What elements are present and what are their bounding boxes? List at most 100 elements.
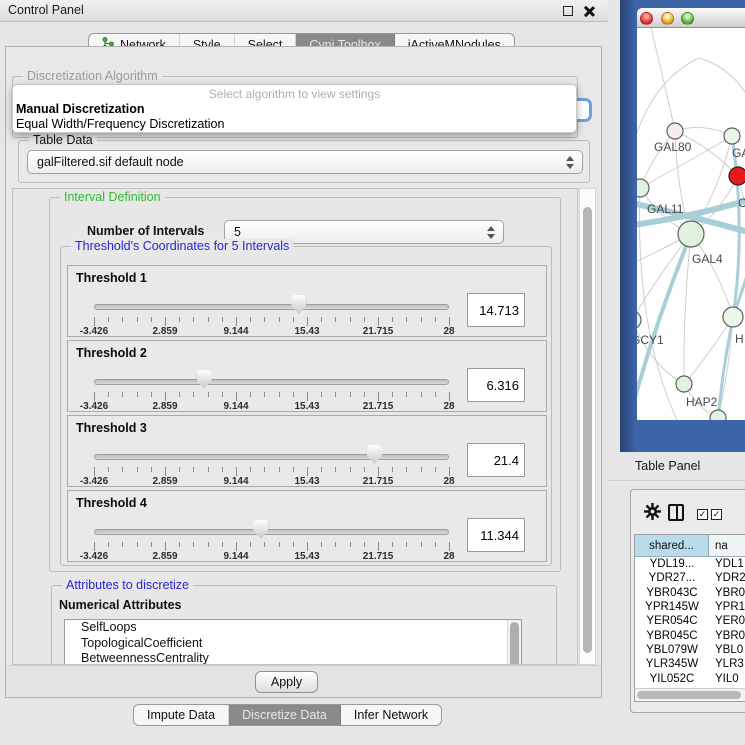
network-node[interactable] (667, 123, 683, 139)
attributes-group-title: Attributes to discretize (62, 578, 193, 592)
cell-shared-name: YDL19... (635, 558, 709, 570)
apply-button[interactable]: Apply (255, 671, 318, 693)
threshold-value-field[interactable] (467, 293, 525, 327)
threshold-label: Threshold 1 (76, 271, 147, 285)
close-icon[interactable] (583, 5, 595, 17)
table-horizontal-scrollbar[interactable] (635, 688, 745, 701)
panel-vertical-scrollbar[interactable] (579, 188, 596, 665)
tab-infer-network[interactable]: Infer Network (341, 705, 441, 725)
threshold-value-field[interactable] (467, 368, 525, 402)
slider-tick-label: 28 (424, 401, 474, 412)
threshold-slider-thumb[interactable] (367, 445, 382, 464)
cell-name: YDL1 (709, 558, 745, 570)
minimize-traffic-light[interactable] (661, 12, 674, 25)
network-edge[interactable] (691, 234, 733, 317)
slider-tick-label: 2.859 (140, 476, 190, 487)
numerical-attributes-list: SelfLoopsTopologicalCoefficientBetweenne… (64, 619, 522, 665)
threshold-slider-thumb[interactable] (253, 520, 268, 539)
network-edge[interactable] (684, 234, 691, 384)
attribute-list-item[interactable]: TopologicalCoefficient (65, 636, 521, 652)
settings-scroll-area: Interval Definition Number of Intervals … (12, 188, 578, 665)
network-node-label: GAL11 (647, 202, 683, 216)
threshold-coordinates-title: Threshold's Coordinates for 5 Intervals (71, 239, 293, 253)
float-window-icon[interactable] (563, 6, 573, 16)
threshold-slider-track[interactable] (94, 454, 449, 460)
table-row[interactable]: YBL079WYBL0 (635, 643, 745, 657)
slider-tick-label: 28 (424, 326, 474, 337)
control-panel-titlebar: Control Panel (0, 0, 608, 22)
slider-tick-label: -3.426 (69, 551, 119, 562)
cell-shared-name: YPR145W (635, 601, 709, 613)
network-window-titlebar[interactable] (637, 8, 745, 28)
settings-gear-icon[interactable] (643, 502, 662, 526)
table-row[interactable]: YER054CYER0 (635, 614, 745, 628)
table-row[interactable]: YBR045CYBR0 (635, 628, 745, 642)
table-row[interactable]: YIL052CYIL0 (635, 671, 745, 685)
network-node[interactable] (710, 410, 726, 420)
bottom-tabbar: Impute Data Discretize Data Infer Networ… (133, 704, 442, 726)
close-traffic-light[interactable] (640, 12, 653, 25)
threshold-slider-thumb[interactable] (197, 370, 212, 389)
threshold-slider-track[interactable] (94, 529, 449, 535)
threshold-value-field[interactable] (467, 443, 525, 477)
cell-name: YIL0 (709, 673, 745, 685)
tab-impute-data[interactable]: Impute Data (134, 705, 229, 725)
tab-discretize-data[interactable]: Discretize Data (229, 705, 341, 725)
cell-shared-name: YIL052C (635, 673, 709, 685)
column-layout-icon[interactable] (668, 504, 684, 521)
cell-name: YPR1 (709, 601, 745, 613)
table-row[interactable]: YBR043CYBR0 (635, 586, 745, 600)
zoom-traffic-light[interactable] (681, 12, 694, 25)
network-node[interactable] (724, 128, 740, 144)
slider-tick-label: -3.426 (69, 326, 119, 337)
table-data-combobox[interactable]: galFiltered.sif default node (27, 150, 583, 174)
column-header-name[interactable]: na (709, 535, 745, 556)
network-node[interactable] (723, 307, 743, 327)
attribute-list-item[interactable]: BetweennessCentrality (65, 651, 521, 665)
network-node[interactable] (637, 179, 649, 197)
cell-shared-name: YDR27... (635, 572, 709, 584)
table-row[interactable]: YDL19...YDL1 (635, 557, 745, 571)
node-table: shared... na YDL19...YDL1YDR27...YDR2YBR… (634, 534, 745, 702)
network-node-label: GCY1 (637, 333, 664, 347)
threshold-row: Threshold 4 -3.4262.8599.14415.4321.7152… (67, 490, 547, 562)
network-canvas[interactable]: GAL80GACGAL11GAL4GCY1HHAP2 (637, 28, 745, 420)
network-edge[interactable] (699, 58, 745, 112)
threshold-slider-thumb[interactable] (291, 295, 306, 314)
network-node-label: H (735, 332, 744, 346)
network-node-label: GAL80 (654, 140, 691, 154)
attributes-list-scrollbar[interactable] (507, 620, 521, 665)
network-edge-thick[interactable] (718, 317, 733, 420)
slider-tick-label: 2.859 (140, 326, 190, 337)
network-edge[interactable] (637, 320, 684, 384)
number-of-intervals-value: 5 (234, 225, 241, 239)
threshold-slider-track[interactable] (94, 379, 449, 385)
table-row[interactable]: YDR27...YDR2 (635, 571, 745, 585)
slider-tick-label: 9.144 (211, 551, 261, 562)
slider-tick-label: 21.715 (353, 551, 403, 562)
network-node[interactable] (729, 167, 745, 185)
control-panel-title: Control Panel (8, 3, 84, 17)
cell-name: YER0 (709, 615, 745, 627)
slider-tick-label: -3.426 (69, 476, 119, 487)
network-edge[interactable] (649, 28, 675, 131)
attributes-to-discretize-group: Attributes to discretize Numerical Attri… (51, 585, 557, 665)
network-node[interactable] (676, 376, 692, 392)
attribute-list-item[interactable]: SelfLoops (65, 620, 521, 636)
table-row[interactable]: YLR345WYLR3 (635, 657, 745, 671)
threshold-slider-track[interactable] (94, 304, 449, 310)
network-node-label: C (738, 196, 745, 210)
slider-tick-label: 15.43 (282, 326, 332, 337)
threshold-label: Threshold 2 (76, 346, 147, 360)
table-data-group: Table Data galFiltered.sif default node (18, 140, 590, 183)
checkbox-checked-icon[interactable]: ✓ (711, 509, 722, 520)
threshold-value-field[interactable] (467, 518, 525, 552)
column-header-shared-name[interactable]: shared... (635, 535, 709, 556)
network-node[interactable] (678, 221, 704, 247)
table-row[interactable]: YPR145WYPR1 (635, 600, 745, 614)
network-node[interactable] (637, 311, 641, 329)
algorithm-option-manual[interactable]: Manual Discretization (16, 102, 145, 116)
algorithm-option-equal-width[interactable]: Equal Width/Frequency Discretization (16, 117, 224, 131)
discretization-algorithm-group-title: Discretization Algorithm (23, 69, 162, 83)
checkbox-checked-icon[interactable]: ✓ (697, 509, 708, 520)
